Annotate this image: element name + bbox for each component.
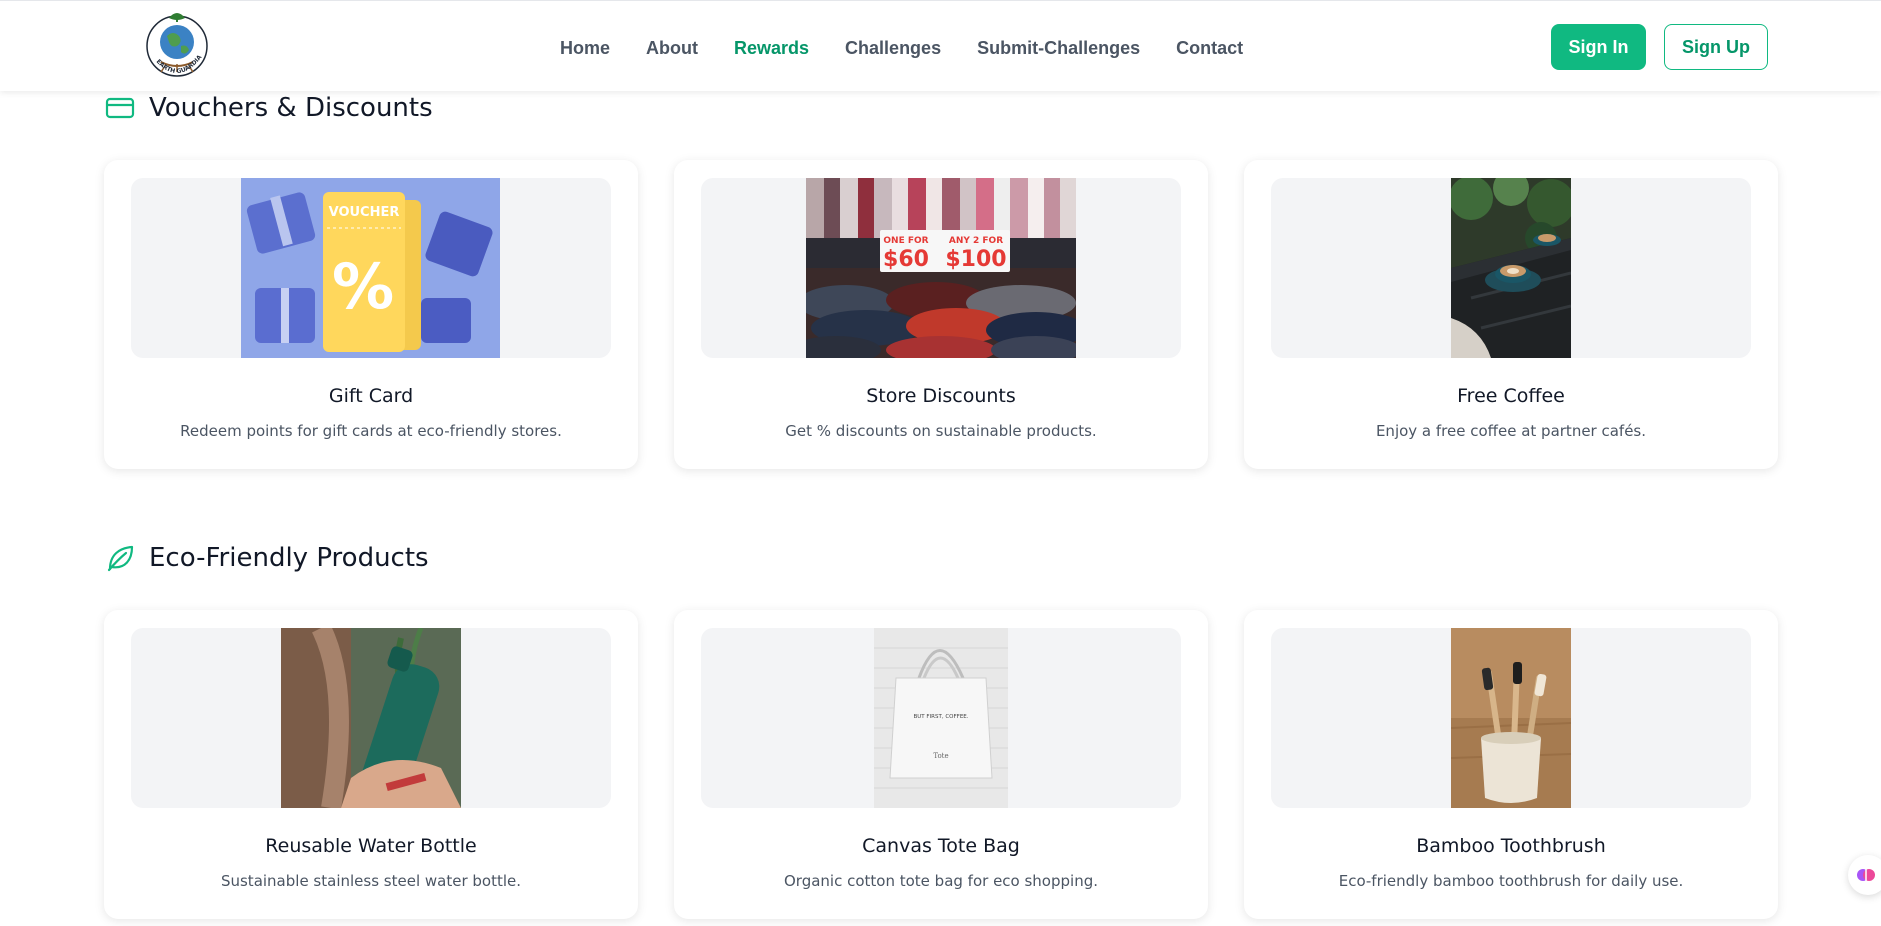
brain-icon bbox=[1856, 865, 1876, 890]
section-title: Vouchers & Discounts bbox=[149, 93, 433, 123]
card-image-frame: BUT FIRST, COFFEE. Tote bbox=[701, 628, 1181, 808]
card-title: Store Discounts bbox=[866, 385, 1016, 407]
assistant-widget-button[interactable] bbox=[1848, 855, 1881, 895]
bamboo-toothbrush-image bbox=[1451, 628, 1571, 808]
card-description: Redeem points for gift cards at eco-frie… bbox=[180, 422, 562, 440]
reward-card-tote-bag[interactable]: BUT FIRST, COFFEE. Tote Canvas Tote Bag … bbox=[674, 610, 1208, 919]
nav-rewards[interactable]: Rewards bbox=[734, 36, 809, 60]
nav-submit-challenges[interactable]: Submit-Challenges bbox=[977, 36, 1140, 60]
price-label-2: ANY 2 FOR bbox=[949, 236, 1003, 246]
price-label-1: ONE FOR bbox=[883, 236, 928, 246]
card-title: Reusable Water Bottle bbox=[265, 835, 477, 857]
card-image-frame: VOUCHER % bbox=[131, 178, 611, 358]
store-discounts-image: ONE FOR $60 ANY 2 FOR $100 bbox=[806, 178, 1076, 358]
card-image-frame bbox=[1271, 628, 1751, 808]
reward-card-store-discounts[interactable]: ONE FOR $60 ANY 2 FOR $100 Store Discoun… bbox=[674, 160, 1208, 469]
card-image-frame bbox=[131, 628, 611, 808]
nav-home[interactable]: Home bbox=[560, 36, 610, 60]
section-eco-products-heading: Eco-Friendly Products bbox=[105, 543, 429, 573]
section-title: Eco-Friendly Products bbox=[149, 543, 429, 573]
leaf-icon bbox=[105, 543, 135, 573]
sign-in-button[interactable]: Sign In bbox=[1551, 24, 1646, 70]
price-value-2: $100 bbox=[945, 247, 1006, 272]
card-title: Canvas Tote Bag bbox=[862, 835, 1020, 857]
gift-card-image: VOUCHER % bbox=[241, 178, 500, 358]
card-image-frame: ONE FOR $60 ANY 2 FOR $100 bbox=[701, 178, 1181, 358]
free-coffee-image bbox=[1451, 178, 1571, 358]
reward-card-gift-card[interactable]: VOUCHER % Gift Card Redeem points for gi… bbox=[104, 160, 638, 469]
card-description: Eco-friendly bamboo toothbrush for daily… bbox=[1338, 872, 1684, 890]
tote-print-text: BUT FIRST, COFFEE. bbox=[913, 714, 968, 720]
reward-card-free-coffee[interactable]: Free Coffee Enjoy a free coffee at partn… bbox=[1244, 160, 1778, 469]
card-title: Free Coffee bbox=[1457, 385, 1565, 407]
section-vouchers-heading: Vouchers & Discounts bbox=[105, 93, 433, 123]
sign-up-button[interactable]: Sign Up bbox=[1664, 24, 1768, 70]
tote-brand-text: Tote bbox=[933, 752, 948, 760]
card-image-frame bbox=[1271, 178, 1751, 358]
card-description: Enjoy a free coffee at partner cafés. bbox=[1375, 422, 1647, 440]
price-value-1: $60 bbox=[883, 247, 929, 272]
voucher-text: VOUCHER bbox=[329, 205, 400, 220]
main-nav: Home About Rewards Challenges Submit-Cha… bbox=[560, 36, 1279, 60]
card-title: Gift Card bbox=[328, 385, 414, 407]
nav-contact[interactable]: Contact bbox=[1176, 36, 1243, 60]
card-description: Sustainable stainless steel water bottle… bbox=[220, 872, 522, 890]
water-bottle-image bbox=[281, 628, 461, 808]
credit-card-icon bbox=[105, 93, 135, 123]
reward-card-water-bottle[interactable]: Reusable Water Bottle Sustainable stainl… bbox=[104, 610, 638, 919]
nav-about[interactable]: About bbox=[646, 36, 698, 60]
card-description: Get % discounts on sustainable products. bbox=[785, 422, 1097, 440]
nav-challenges[interactable]: Challenges bbox=[845, 36, 941, 60]
card-description: Organic cotton tote bag for eco shopping… bbox=[783, 872, 1098, 890]
earth-guardians-logo[interactable]: EARTH GUARDIANS bbox=[140, 1, 211, 86]
percent-text: % bbox=[332, 250, 394, 323]
card-title: Bamboo Toothbrush bbox=[1416, 835, 1606, 857]
tote-bag-image: BUT FIRST, COFFEE. Tote bbox=[874, 628, 1008, 808]
reward-card-bamboo-toothbrush[interactable]: Bamboo Toothbrush Eco-friendly bamboo to… bbox=[1244, 610, 1778, 919]
site-header: EARTH GUARDIANS Home About Rewards Chall… bbox=[0, 0, 1881, 91]
